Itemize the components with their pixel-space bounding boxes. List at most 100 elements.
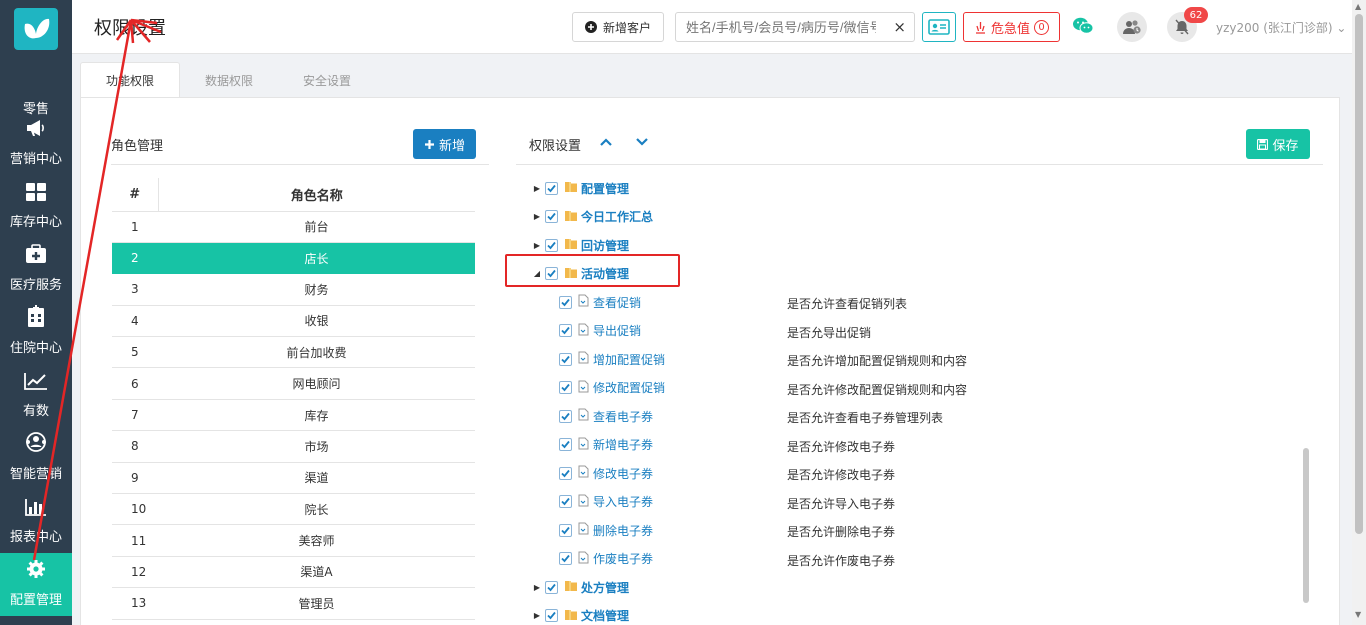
role-table: # 角色名称 1 前台 2 店长 3 财务 4 收银 5 前台加收费 6 网电顾问 7 库存 8 市场 9 渠道 1… <box>112 178 475 620</box>
role-row[interactable]: 10 院长 <box>112 493 475 526</box>
permission-checkbox[interactable] <box>559 295 572 309</box>
permission-group-row[interactable]: ▶ 处方管理 <box>531 577 629 597</box>
collapse-all-button[interactable] <box>599 136 613 150</box>
page-scrollbar[interactable]: ▲ ▼ <box>1352 0 1366 625</box>
file-icon <box>578 323 589 339</box>
new-customer-button[interactable]: 新增客户 <box>572 12 664 42</box>
permission-item-row[interactable]: 新增电子券 <box>557 435 653 455</box>
bar-chart-icon <box>25 498 47 526</box>
id-card-button[interactable] <box>922 12 956 42</box>
permission-checkbox[interactable] <box>559 381 572 394</box>
scroll-up-arrow-icon[interactable]: ▲ <box>1355 2 1361 11</box>
sidebar-item-7[interactable]: 报表中心 <box>0 490 72 553</box>
permission-item-row[interactable]: 删除电子券 <box>557 520 653 540</box>
danger-value-button[interactable]: 危急值 0 <box>963 12 1060 42</box>
sidebar-item-label: 配置管理 <box>9 593 62 608</box>
folder-icon <box>564 180 578 196</box>
folder-icon <box>564 608 578 624</box>
role-row[interactable]: 6 网电顾问 <box>112 367 475 400</box>
permission-item-label: 导入电子券 <box>593 495 654 509</box>
permission-checkbox[interactable] <box>559 552 572 565</box>
chevron-down-icon: ⌄ <box>1336 21 1347 35</box>
caret-right-icon[interactable]: ▶ <box>531 611 543 620</box>
save-button[interactable]: 保存 <box>1246 129 1310 159</box>
role-row[interactable]: 2 店长 <box>112 242 475 275</box>
permission-checkbox[interactable] <box>559 495 572 508</box>
permission-item-row[interactable]: 修改配置促销 <box>557 378 665 398</box>
role-name: 管理员 <box>158 587 475 620</box>
caret-right-icon[interactable]: ▶ <box>531 212 543 221</box>
role-row[interactable]: 4 收银 <box>112 305 475 338</box>
tree-scrollbar[interactable] <box>1303 448 1309 603</box>
caret-right-icon[interactable]: ▶ <box>531 583 543 592</box>
permission-item-label: 修改配置促销 <box>593 381 666 395</box>
role-row[interactable]: 8 市场 <box>112 430 475 463</box>
permission-checkbox[interactable] <box>545 181 558 195</box>
caret-right-icon[interactable]: ▶ <box>531 184 543 193</box>
role-row[interactable]: 12 渠道A <box>112 556 475 589</box>
role-name: 库存 <box>158 399 475 432</box>
permission-divider <box>516 164 1323 165</box>
permission-checkbox[interactable] <box>545 580 558 594</box>
sidebar-item-8[interactable]: 配置管理 <box>0 553 72 616</box>
role-row[interactable]: 7 库存 <box>112 399 475 432</box>
permission-checkbox[interactable] <box>559 409 572 423</box>
permission-item-row[interactable]: 查看电子券 <box>557 406 653 426</box>
permission-checkbox[interactable] <box>559 438 572 451</box>
tab-security-settings[interactable]: 安全设置 <box>278 62 376 98</box>
role-number: 4 <box>112 305 158 338</box>
permission-item-row[interactable]: 查看促销 <box>557 292 641 312</box>
clear-search-button[interactable]: × <box>893 18 906 36</box>
sidebar-item-4[interactable]: 住院中心 <box>0 301 72 364</box>
permission-group-row[interactable]: ▶ 今日工作汇总 <box>531 207 653 227</box>
role-number: 10 <box>112 493 158 526</box>
permission-checkbox[interactable] <box>559 523 572 537</box>
permission-group-label: 今日工作汇总 <box>581 210 654 224</box>
permission-checkbox[interactable] <box>559 324 572 337</box>
permission-checkbox[interactable] <box>559 352 572 366</box>
role-row[interactable]: 9 渠道 <box>112 462 475 495</box>
permission-checkbox[interactable] <box>545 210 558 223</box>
sidebar-item-2[interactable]: 库存中心 <box>0 175 72 238</box>
permission-item-row[interactable]: 作废电子券 <box>557 549 653 569</box>
permission-checkbox[interactable] <box>545 238 558 252</box>
scroll-down-arrow-icon[interactable]: ▼ <box>1355 610 1361 619</box>
caret-right-icon[interactable]: ▶ <box>531 241 543 250</box>
page-scroll-thumb[interactable] <box>1355 14 1363 534</box>
permission-description: 是否允许修改电子券 <box>787 468 896 482</box>
permission-checkbox[interactable] <box>559 466 572 480</box>
page-title: 权限设置 <box>94 18 166 39</box>
role-row[interactable]: 3 财务 <box>112 273 475 306</box>
sidebar-item-6[interactable]: 智能营销 <box>0 427 72 490</box>
wechat-icon[interactable] <box>1072 16 1094 39</box>
permission-item-row[interactable]: 增加配置促销 <box>557 349 665 369</box>
role-number: 7 <box>112 399 158 432</box>
permission-group-row[interactable]: ▶ 配置管理 <box>531 178 629 198</box>
role-row[interactable]: 5 前台加收费 <box>112 336 475 369</box>
user-group-icon[interactable] <box>1117 12 1147 42</box>
role-row[interactable]: 1 前台 <box>112 211 475 243</box>
sidebar-item-5[interactable]: 有数 <box>0 364 72 427</box>
permission-item-row[interactable]: 导出促销 <box>557 321 641 341</box>
permission-group-row[interactable]: ▶ 文档管理 <box>531 606 629 625</box>
permission-group-row[interactable]: ▶ 回访管理 <box>531 235 629 255</box>
expand-all-button[interactable] <box>635 136 649 150</box>
role-row[interactable]: 13 管理员 <box>112 587 475 620</box>
sidebar-item-1[interactable]: 营销中心 <box>0 112 72 175</box>
chevron-up-icon <box>600 138 612 146</box>
user-menu[interactable]: yzy200 (张江门诊部) ⌄ <box>1216 19 1346 36</box>
permission-checkbox[interactable] <box>545 609 558 622</box>
tab-data-permission[interactable]: 数据权限 <box>180 62 278 98</box>
permission-item-row[interactable]: 修改电子券 <box>557 463 653 483</box>
app-logo[interactable] <box>14 8 58 50</box>
role-name: 财务 <box>158 273 475 306</box>
add-role-button[interactable]: 新增 <box>413 129 476 159</box>
search-input[interactable] <box>676 13 876 41</box>
sidebar-item-3[interactable]: 医疗服务 <box>0 238 72 301</box>
content-panel: 角色管理 新增 # 角色名称 1 前台 2 店长 3 财务 4 收银 5 前台加收费 6 网电顾问 7 库… <box>80 97 1340 625</box>
permission-item-row[interactable]: 导入电子券 <box>557 492 653 512</box>
tab-function-permission[interactable]: 功能权限 <box>80 62 181 98</box>
trend-chart-icon <box>24 372 48 400</box>
role-number: 12 <box>112 556 158 589</box>
role-row[interactable]: 11 美容师 <box>112 524 475 557</box>
